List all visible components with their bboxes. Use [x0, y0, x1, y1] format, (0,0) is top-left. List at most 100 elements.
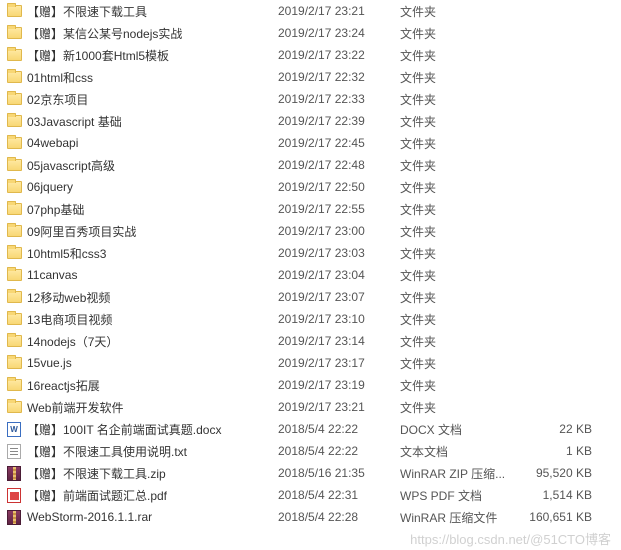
file-name-cell: 16reactjs拓展	[6, 377, 278, 394]
file-size: 1,514 KB	[520, 488, 600, 502]
file-date: 2019/2/17 22:32	[278, 70, 400, 84]
file-row[interactable]: 【赠】新1000套Html5模板2019/2/17 23:22文件夹	[0, 44, 621, 66]
file-size: 95,520 KB	[520, 466, 600, 480]
file-date: 2019/2/17 22:55	[278, 202, 400, 216]
file-name-cell: 14nodejs（7天）	[6, 333, 278, 350]
file-name-cell: Web前端开发软件	[6, 399, 278, 416]
file-row[interactable]: WebStorm-2016.1.1.rar2018/5/4 22:28WinRA…	[0, 506, 621, 528]
file-date: 2019/2/17 23:00	[278, 224, 400, 238]
file-row[interactable]: W【赠】100IT 名企前端面试真题.docx2018/5/4 22:22DOC…	[0, 418, 621, 440]
file-row[interactable]: 【赠】前端面试题汇总.pdf2018/5/4 22:31WPS PDF 文档1,…	[0, 484, 621, 506]
file-name-cell: 06jquery	[6, 179, 278, 195]
file-row[interactable]: 02京东项目2019/2/17 22:33文件夹	[0, 88, 621, 110]
folder-icon	[6, 91, 22, 107]
file-type: WinRAR ZIP 压缩...	[400, 465, 520, 482]
file-name-cell: 01html和css	[6, 69, 278, 86]
file-name: 13电商项目视频	[27, 311, 112, 328]
file-type: 文件夹	[400, 135, 520, 152]
watermark: https://blog.csdn.net/@51CTO博客	[410, 529, 611, 548]
file-name-cell: 07php基础	[6, 201, 278, 218]
file-row[interactable]: 04webapi 2019/2/17 22:45文件夹	[0, 132, 621, 154]
file-name: 【赠】100IT 名企前端面试真题.docx	[27, 421, 222, 438]
file-row[interactable]: 10html5和css3 2019/2/17 23:03文件夹	[0, 242, 621, 264]
file-name-cell: 12移动web视频	[6, 289, 278, 306]
file-name: 04webapi	[27, 136, 78, 150]
file-name-cell: 【赠】不限速下载工具.zip	[6, 465, 278, 482]
file-row[interactable]: 15vue.js2019/2/17 23:17文件夹	[0, 352, 621, 374]
file-row[interactable]: 06jquery2019/2/17 22:50文件夹	[0, 176, 621, 198]
folder-icon	[6, 289, 22, 305]
file-row[interactable]: 16reactjs拓展 2019/2/17 23:19文件夹	[0, 374, 621, 396]
file-row[interactable]: 11canvas2019/2/17 23:04文件夹	[0, 264, 621, 286]
file-date: 2018/5/4 22:22	[278, 422, 400, 436]
file-type: 文件夹	[400, 289, 520, 306]
file-date: 2018/5/4 22:31	[278, 488, 400, 502]
file-date: 2019/2/17 22:50	[278, 180, 400, 194]
file-name: 05javascript高级	[27, 157, 115, 174]
txt-icon	[6, 443, 22, 459]
file-row[interactable]: 13电商项目视频2019/2/17 23:10文件夹	[0, 308, 621, 330]
file-date: 2019/2/17 23:17	[278, 356, 400, 370]
file-row[interactable]: 【赠】某信公某号nodejs实战2019/2/17 23:24文件夹	[0, 22, 621, 44]
file-name-cell: 11canvas	[6, 267, 278, 283]
folder-icon	[6, 3, 22, 19]
file-name-cell: 【赠】前端面试题汇总.pdf	[6, 487, 278, 504]
file-row[interactable]: 12移动web视频2019/2/17 23:07文件夹	[0, 286, 621, 308]
folder-icon	[6, 157, 22, 173]
file-name: 03Javascript 基础	[27, 113, 122, 130]
file-date: 2019/2/17 23:19	[278, 378, 400, 392]
folder-icon	[6, 223, 22, 239]
file-date: 2019/2/17 22:45	[278, 136, 400, 150]
folder-icon	[6, 245, 22, 261]
file-row[interactable]: 【赠】不限速下载工具.zip2018/5/16 21:35WinRAR ZIP …	[0, 462, 621, 484]
file-type: 文件夹	[400, 355, 520, 372]
file-row[interactable]: 14nodejs（7天）2019/2/17 23:14文件夹	[0, 330, 621, 352]
file-size: 160,651 KB	[520, 510, 600, 524]
file-row[interactable]: 05javascript高级2019/2/17 22:48文件夹	[0, 154, 621, 176]
file-row[interactable]: Web前端开发软件2019/2/17 23:21文件夹	[0, 396, 621, 418]
file-type: 文件夹	[400, 69, 520, 86]
file-row[interactable]: 【赠】不限速下载工具2019/2/17 23:21文件夹	[0, 0, 621, 22]
file-name: 【赠】新1000套Html5模板	[27, 47, 169, 64]
file-type: 文件夹	[400, 25, 520, 42]
file-row[interactable]: 01html和css 2019/2/17 22:32文件夹	[0, 66, 621, 88]
file-date: 2019/2/17 23:21	[278, 400, 400, 414]
file-row[interactable]: 【赠】不限速工具使用说明.txt2018/5/4 22:22文本文档1 KB	[0, 440, 621, 462]
file-name: 09阿里百秀项目实战	[27, 223, 136, 240]
file-date: 2019/2/17 22:48	[278, 158, 400, 172]
file-list: 【赠】不限速下载工具2019/2/17 23:21文件夹【赠】某信公某号node…	[0, 0, 621, 528]
pdf-icon	[6, 487, 22, 503]
file-name: 01html和css	[27, 69, 93, 86]
file-name: 16reactjs拓展	[27, 377, 100, 394]
folder-icon	[6, 179, 22, 195]
file-type: 文件夹	[400, 245, 520, 262]
file-name-cell: 05javascript高级	[6, 157, 278, 174]
file-name: 07php基础	[27, 201, 84, 218]
file-row[interactable]: 07php基础2019/2/17 22:55文件夹	[0, 198, 621, 220]
folder-icon	[6, 377, 22, 393]
folder-icon	[6, 311, 22, 327]
file-name: 【赠】某信公某号nodejs实战	[27, 25, 182, 42]
file-date: 2019/2/17 22:33	[278, 92, 400, 106]
file-date: 2019/2/17 23:03	[278, 246, 400, 260]
file-type: 文件夹	[400, 113, 520, 130]
file-name-cell: 15vue.js	[6, 355, 278, 371]
file-name-cell: WebStorm-2016.1.1.rar	[6, 509, 278, 525]
file-date: 2018/5/4 22:22	[278, 444, 400, 458]
file-type: 文件夹	[400, 399, 520, 416]
file-name-cell: 03Javascript 基础	[6, 113, 278, 130]
folder-icon	[6, 201, 22, 217]
file-size: 22 KB	[520, 422, 600, 436]
file-type: 文件夹	[400, 3, 520, 20]
file-row[interactable]: 03Javascript 基础2019/2/17 22:39文件夹	[0, 110, 621, 132]
rar-icon	[6, 465, 22, 481]
folder-icon	[6, 113, 22, 129]
file-type: 文件夹	[400, 377, 520, 394]
file-row[interactable]: 09阿里百秀项目实战2019/2/17 23:00文件夹	[0, 220, 621, 242]
file-name-cell: 【赠】不限速工具使用说明.txt	[6, 443, 278, 460]
file-name-cell: 【赠】某信公某号nodejs实战	[6, 25, 278, 42]
file-name: 10html5和css3	[27, 245, 106, 262]
folder-icon	[6, 135, 22, 151]
file-name-cell: 13电商项目视频	[6, 311, 278, 328]
file-name: 11canvas	[27, 268, 77, 282]
